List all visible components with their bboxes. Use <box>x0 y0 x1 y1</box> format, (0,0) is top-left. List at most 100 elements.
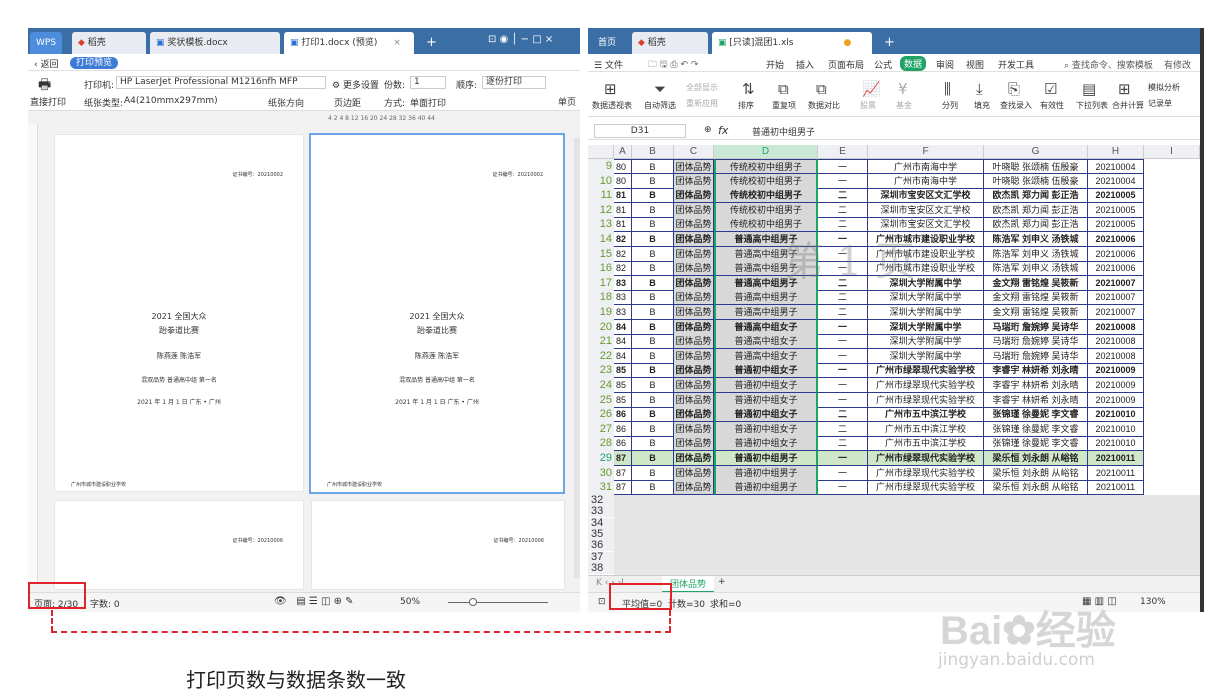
table-cell-e[interactable]: 二 <box>818 202 868 218</box>
table-cell-c[interactable]: 团体品势 <box>674 246 714 262</box>
table-cell-b[interactable]: B <box>632 392 674 408</box>
table-cell-h[interactable]: 20210004 <box>1088 159 1144 174</box>
zoom-level[interactable]: 50% <box>400 597 420 607</box>
tab-home[interactable]: 首页 <box>592 32 622 54</box>
row-header[interactable]: 36 <box>588 540 614 552</box>
table-cell-h[interactable]: 20210007 <box>1088 275 1144 291</box>
column-header-b[interactable]: B <box>632 145 674 159</box>
table-cell-d[interactable]: 传统校初中组男子 <box>714 188 818 204</box>
macro-icon[interactable]: ⊡ <box>598 597 606 607</box>
fx-icon[interactable]: fx <box>718 124 728 137</box>
row-header[interactable]: 38 <box>588 563 614 575</box>
table-cell-f[interactable]: 广州市绿翠现代实验学校 <box>868 363 984 379</box>
tab-xls-file[interactable]: ▣ [只读]混团1.xls ● <box>712 32 872 54</box>
table-cell-g[interactable]: 李睿宇 林妍希 刘永晴 <box>984 392 1088 408</box>
table-cell-d[interactable]: 普通高中组男子 <box>714 290 818 306</box>
table-cell-b[interactable]: B <box>632 173 674 189</box>
table-cell-e[interactable]: 二 <box>818 421 868 437</box>
row-header[interactable]: 19 <box>588 305 614 320</box>
table-cell-c[interactable]: 团体品势 <box>674 173 714 189</box>
table-cell-g[interactable]: 马瑞珩 詹婉婷 吴诗华 <box>984 319 1088 335</box>
table-cell-a[interactable]: 82 <box>614 261 632 277</box>
table-cell-g[interactable]: 马瑞珩 詹婉婷 吴诗华 <box>984 348 1088 364</box>
table-cell-c[interactable]: 团体品势 <box>674 363 714 379</box>
table-cell-c[interactable]: 团体品势 <box>674 159 714 174</box>
close-icon[interactable]: × <box>393 38 401 48</box>
table-cell-g[interactable]: 金文翔 雷铭煌 吴筱新 <box>984 290 1088 306</box>
table-cell-b[interactable]: B <box>632 407 674 423</box>
table-cell-g[interactable]: 李睿宇 林妍希 刘永晴 <box>984 363 1088 379</box>
row-header[interactable]: 23 <box>588 363 614 379</box>
table-cell-d[interactable]: 传统校初中组男子 <box>714 173 818 189</box>
new-tab-button[interactable]: + <box>420 32 443 54</box>
auto-filter-button[interactable]: 自动筛选 <box>644 100 676 111</box>
table-cell-e[interactable]: 一 <box>818 159 868 174</box>
row-header[interactable]: 21 <box>588 334 614 350</box>
table-cell-h[interactable]: 20210008 <box>1088 319 1144 335</box>
row-header[interactable]: 12 <box>588 202 614 218</box>
table-cell-c[interactable]: 团体品势 <box>674 305 714 320</box>
table-cell-b[interactable]: B <box>632 378 674 393</box>
table-cell-d[interactable]: 普通初中组男子 <box>714 480 818 496</box>
table-cell-a[interactable]: 80 <box>614 159 632 174</box>
name-box[interactable]: D31 <box>594 124 686 138</box>
column-header-i[interactable]: I <box>1144 145 1200 159</box>
table-cell-f[interactable]: 深圳市宝安区文汇学校 <box>868 202 984 218</box>
row-header[interactable]: 26 <box>588 407 614 423</box>
table-cell-a[interactable]: 87 <box>614 480 632 496</box>
table-cell-h[interactable]: 20210007 <box>1088 290 1144 306</box>
pivot-table-button[interactable]: 数据透视表 <box>592 100 632 111</box>
tab-doc-certificate[interactable]: ▣ 奖状模板.docx <box>150 32 280 54</box>
table-cell-b[interactable]: B <box>632 305 674 320</box>
zoom-formula-icon[interactable]: ⊕ <box>704 125 712 135</box>
table-cell-f[interactable]: 广州市绿翠现代实验学校 <box>868 451 984 466</box>
table-cell-f[interactable]: 广州市绿翠现代实验学校 <box>868 465 984 481</box>
table-cell-a[interactable]: 85 <box>614 392 632 408</box>
table-cell-f[interactable]: 深圳大学附属中学 <box>868 319 984 335</box>
table-cell-g[interactable]: 陈浩军 刘申义 汤铁城 <box>984 232 1088 247</box>
spreadsheet-grid[interactable]: A B C D E F G H I 9 80 B 团体品势 传统校初中组男子一广州市南海中学 叶晓聪 张颂楠… <box>588 145 1200 575</box>
table-cell-e[interactable]: 一 <box>818 348 868 364</box>
zoom-level[interactable]: 130% <box>1140 597 1166 607</box>
table-cell-c[interactable]: 团体品势 <box>674 232 714 247</box>
table-cell-h[interactable]: 20210004 <box>1088 173 1144 189</box>
table-cell-d[interactable]: 普通高中组女子 <box>714 334 818 350</box>
table-cell-c[interactable]: 团体品势 <box>674 217 714 233</box>
table-cell-b[interactable]: B <box>632 480 674 496</box>
table-cell-a[interactable]: 85 <box>614 378 632 393</box>
table-cell-d[interactable]: 普通初中组男子 <box>714 451 818 466</box>
table-cell-f[interactable]: 广州市五中滨江学校 <box>868 421 984 437</box>
table-cell-c[interactable]: 团体品势 <box>674 378 714 393</box>
table-cell-g[interactable]: 梁乐恒 刘永朗 从峪铭 <box>984 451 1088 466</box>
split-column-button[interactable]: 分列 <box>942 100 958 111</box>
direct-print-button[interactable]: 直接打印 <box>30 95 66 108</box>
preview-page-selected[interactable]: 证书编号：20210002 2021 全国大众 跆拳道比赛 陈燕莲 陈浩军 混双… <box>309 133 565 494</box>
table-cell-a[interactable]: 80 <box>614 173 632 189</box>
menu-page-layout[interactable]: 页面布局 <box>828 58 864 71</box>
table-cell-e[interactable]: 二 <box>818 290 868 306</box>
table-cell-c[interactable]: 团体品势 <box>674 275 714 291</box>
table-cell-h[interactable]: 20210007 <box>1088 305 1144 320</box>
table-cell-g[interactable]: 梁乐恒 刘永朗 从峪铭 <box>984 480 1088 496</box>
table-cell-d[interactable]: 普通高中组女子 <box>714 348 818 364</box>
row-header[interactable]: 18 <box>588 290 614 306</box>
table-cell-g[interactable]: 叶晓聪 张颂楠 伍殷豪 <box>984 173 1088 189</box>
zoom-slider[interactable] <box>448 602 548 603</box>
record-form-button[interactable]: 记录单 <box>1148 98 1172 109</box>
menu-start[interactable]: 开始 <box>766 58 784 71</box>
row-header[interactable]: 11 <box>588 188 614 204</box>
table-cell-g[interactable]: 张锦瑾 徐曼妮 李文睿 <box>984 407 1088 423</box>
column-header-e[interactable]: E <box>818 145 868 159</box>
row-header[interactable]: 27 <box>588 421 614 437</box>
table-cell-b[interactable]: B <box>632 188 674 204</box>
preview-page[interactable]: 证书编号：20210006 <box>311 500 565 590</box>
table-cell-f[interactable]: 深圳大学附属中学 <box>868 290 984 306</box>
table-cell-h[interactable]: 20210006 <box>1088 246 1144 262</box>
table-cell-f[interactable]: 广州市绿翠现代实验学校 <box>868 378 984 393</box>
menu-file[interactable]: ☰ 文件 <box>594 58 623 71</box>
table-cell-g[interactable]: 陈浩军 刘申义 汤铁城 <box>984 261 1088 277</box>
table-cell-f[interactable]: 广州市五中滨江学校 <box>868 436 984 452</box>
table-cell-c[interactable]: 团体品势 <box>674 392 714 408</box>
row-header[interactable]: 13 <box>588 217 614 233</box>
table-cell-c[interactable]: 团体品势 <box>674 465 714 481</box>
